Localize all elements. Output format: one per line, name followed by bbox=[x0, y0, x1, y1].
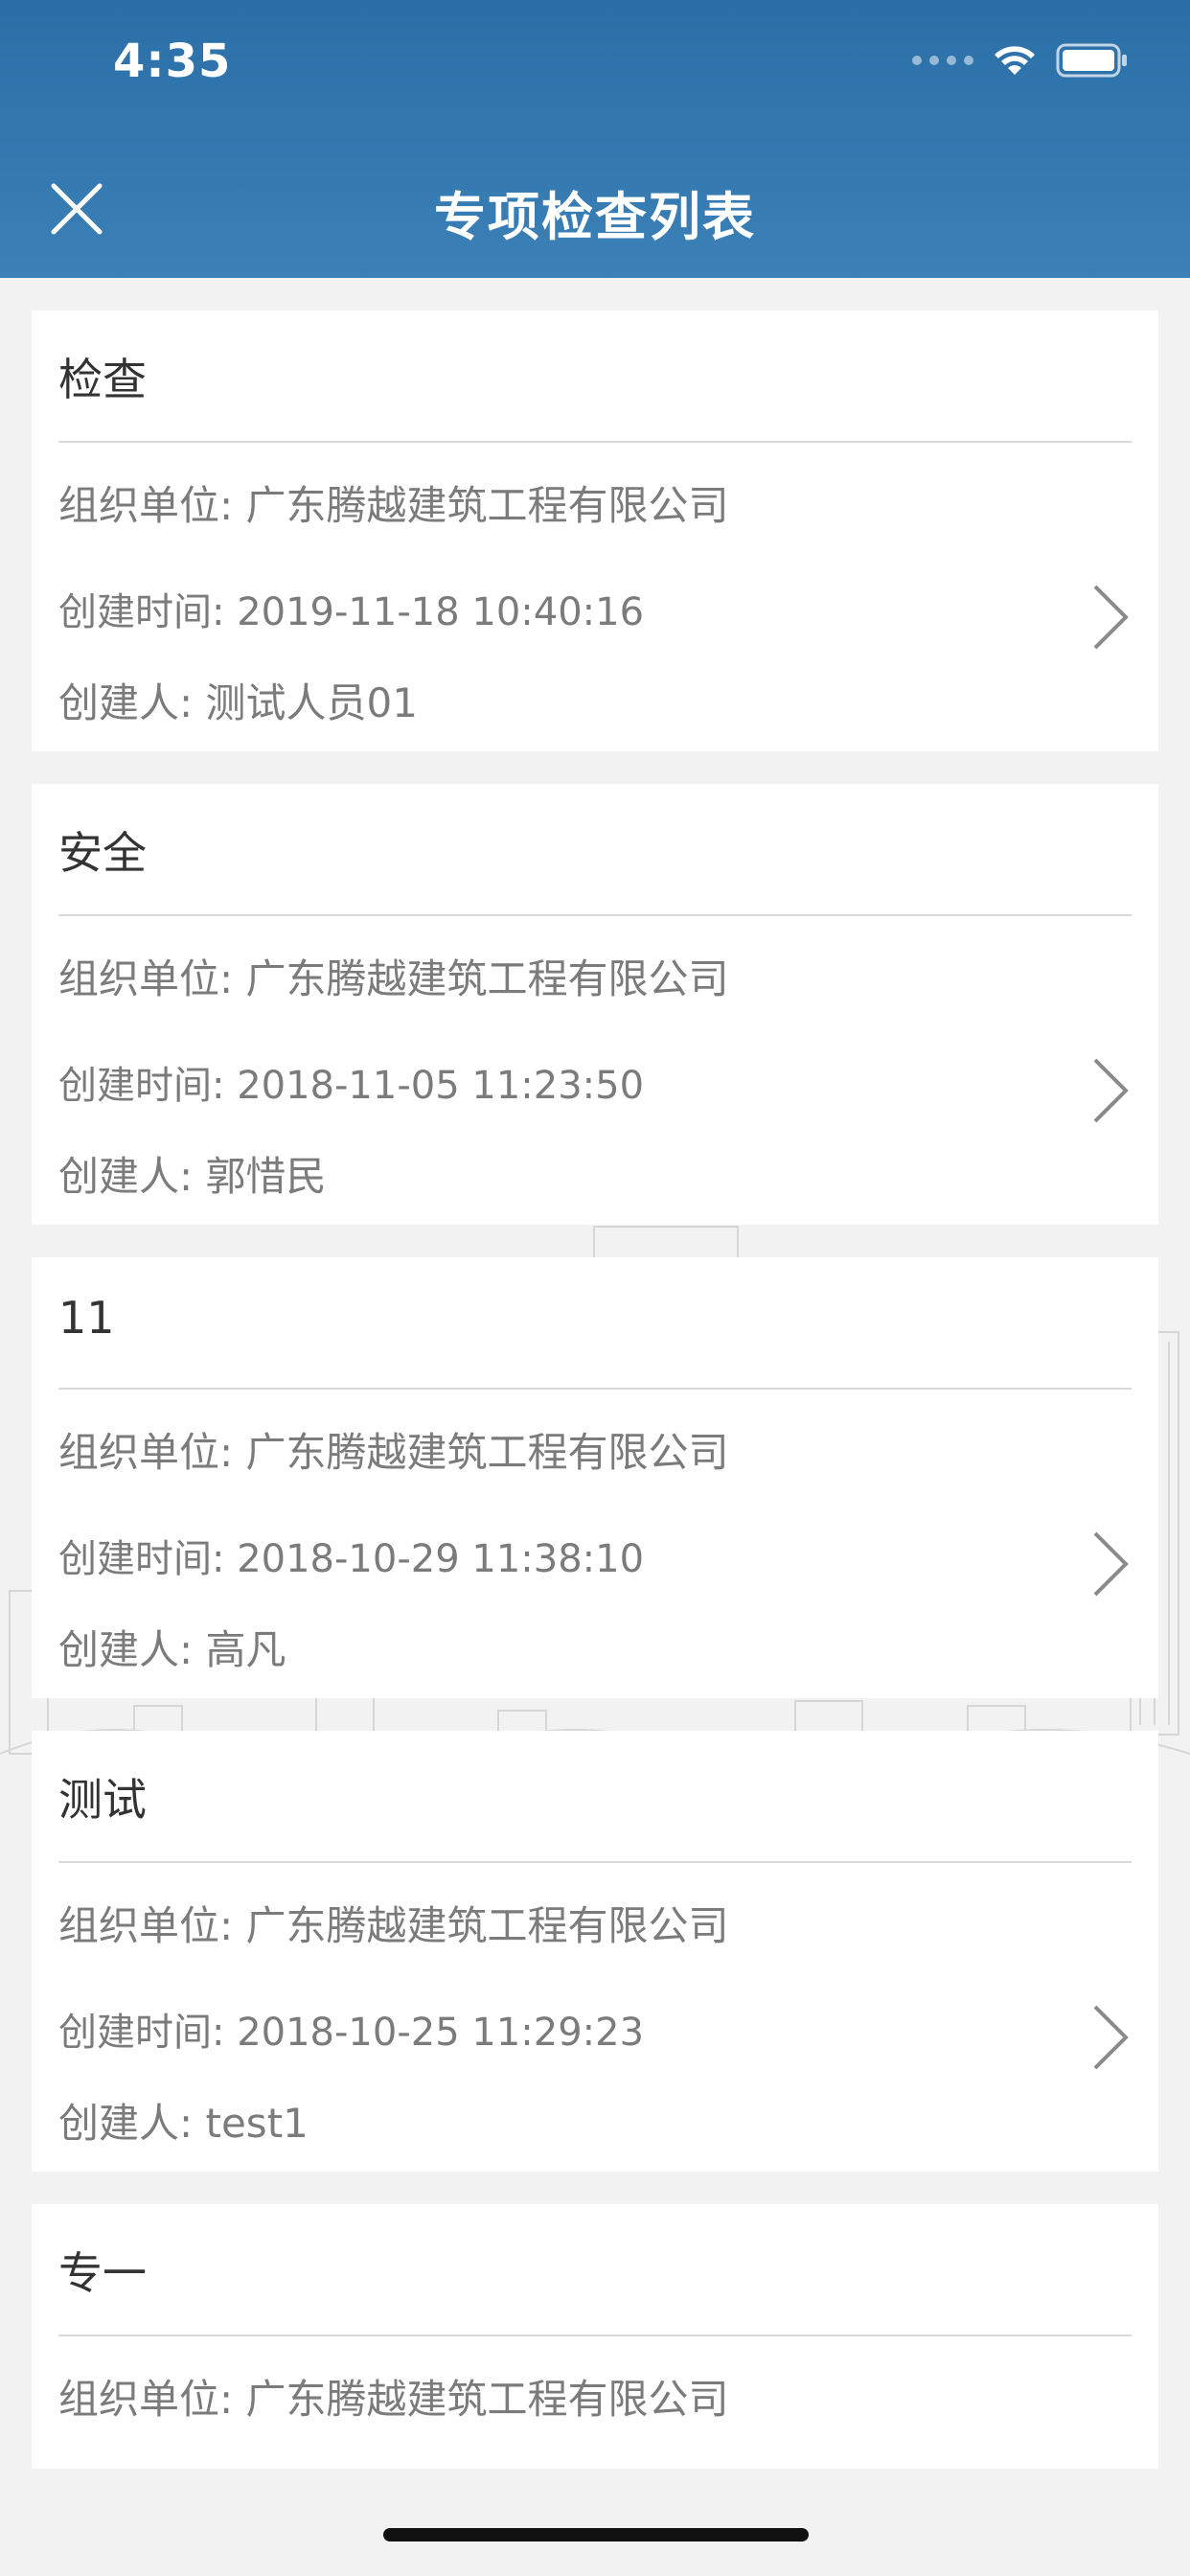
item-created-time: 创建时间: 2018-10-25 11:29:23 bbox=[58, 2011, 645, 2055]
item-creator: 创建人: 高凡 bbox=[58, 1626, 286, 1673]
battery-icon bbox=[1056, 42, 1129, 79]
item-org: 组织单位: 广东腾越建筑工程有限公司 bbox=[58, 2376, 729, 2423]
list-item[interactable]: 测试 组织单位: 广东腾越建筑工程有限公司 创建时间: 2018-10-25 1… bbox=[32, 1731, 1158, 2172]
item-creator: 创建人: 郭惜民 bbox=[58, 1153, 327, 1200]
divider bbox=[58, 2334, 1132, 2336]
chevron-right-icon bbox=[1093, 2005, 1129, 2070]
divider bbox=[58, 914, 1132, 916]
chevron-right-icon bbox=[1093, 1058, 1129, 1123]
cellular-signal-icon bbox=[912, 56, 973, 65]
status-icons bbox=[912, 42, 1129, 79]
divider bbox=[58, 1388, 1132, 1390]
item-org: 组织单位: 广东腾越建筑工程有限公司 bbox=[58, 1902, 729, 1949]
item-title: 安全 bbox=[58, 827, 147, 879]
chevron-right-icon bbox=[1093, 585, 1129, 650]
item-creator: 创建人: 测试人员01 bbox=[58, 679, 418, 726]
list-item[interactable]: 专一 组织单位: 广东腾越建筑工程有限公司 bbox=[32, 2204, 1158, 2469]
status-time: 4:35 bbox=[113, 34, 232, 88]
page-title: 专项检查列表 bbox=[434, 187, 756, 247]
list-item[interactable]: 安全 组织单位: 广东腾越建筑工程有限公司 创建时间: 2018-11-05 1… bbox=[32, 784, 1158, 1225]
item-org: 组织单位: 广东腾越建筑工程有限公司 bbox=[58, 955, 729, 1002]
nav-header: 4:35 专项检查列表 bbox=[0, 0, 1190, 278]
item-title: 专一 bbox=[58, 2247, 147, 2299]
item-title: 测试 bbox=[58, 1774, 147, 1826]
divider bbox=[58, 441, 1132, 443]
wifi-icon bbox=[991, 42, 1039, 79]
item-created-time: 创建时间: 2018-10-29 11:38:10 bbox=[58, 1537, 645, 1581]
item-org: 组织单位: 广东腾越建筑工程有限公司 bbox=[58, 1429, 729, 1476]
list-item[interactable]: 检查 组织单位: 广东腾越建筑工程有限公司 创建时间: 2019-11-18 1… bbox=[32, 310, 1158, 751]
chevron-right-icon bbox=[1093, 1531, 1129, 1597]
home-indicator[interactable] bbox=[383, 2528, 809, 2542]
item-title: 11 bbox=[58, 1292, 115, 1344]
item-org: 组织单位: 广东腾越建筑工程有限公司 bbox=[58, 482, 729, 529]
item-created-time: 创建时间: 2019-11-18 10:40:16 bbox=[58, 590, 645, 634]
item-creator: 创建人: test1 bbox=[58, 2100, 309, 2147]
item-created-time: 创建时间: 2018-11-05 11:23:50 bbox=[58, 1064, 645, 1108]
divider bbox=[58, 1861, 1132, 1863]
list-item[interactable]: 11 组织单位: 广东腾越建筑工程有限公司 创建时间: 2018-10-29 1… bbox=[32, 1257, 1158, 1698]
item-title: 检查 bbox=[58, 354, 147, 405]
